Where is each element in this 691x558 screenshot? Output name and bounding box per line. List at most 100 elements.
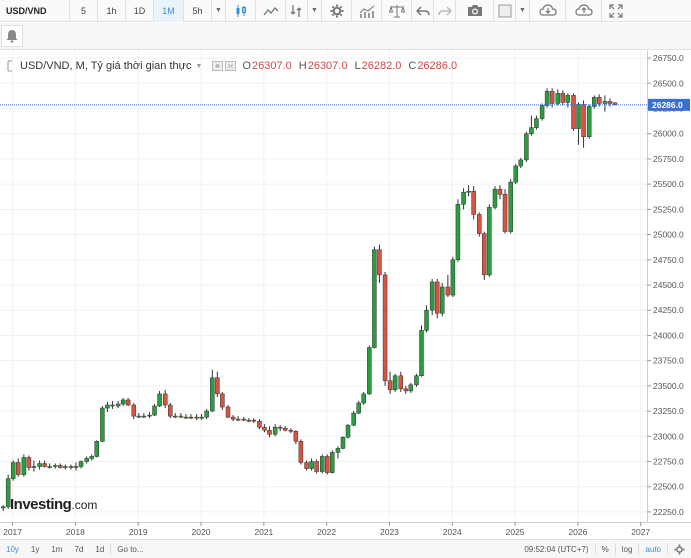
y-tick-label: 23750.0 bbox=[653, 356, 684, 366]
x-tick-label: 2026 bbox=[568, 527, 587, 537]
candle-body bbox=[173, 415, 178, 418]
candle-body bbox=[304, 462, 309, 469]
range-1d[interactable]: 1d bbox=[89, 540, 110, 558]
candle-body bbox=[487, 207, 492, 276]
legend-visibility-icons[interactable] bbox=[212, 61, 238, 71]
last-price-label: 26286.0 bbox=[652, 100, 683, 110]
candle-body bbox=[241, 418, 246, 421]
legend-collapse-icon[interactable] bbox=[6, 60, 16, 72]
interval-1h[interactable]: 1h bbox=[98, 0, 126, 22]
y-tick-label: 26500.0 bbox=[653, 78, 684, 88]
candle-body bbox=[94, 441, 99, 457]
candle-body bbox=[544, 91, 550, 106]
indicators-dropdown-icon[interactable]: ▼ bbox=[308, 0, 322, 22]
candle-body bbox=[477, 214, 482, 234]
square-icon[interactable] bbox=[494, 0, 516, 22]
candle-body bbox=[0, 506, 6, 509]
x-tick-label: 2023 bbox=[380, 527, 399, 537]
cloud-up-icon[interactable] bbox=[566, 0, 602, 22]
candle-body bbox=[115, 403, 121, 407]
candle-body bbox=[293, 430, 299, 442]
candle-body bbox=[267, 429, 272, 435]
x-tick-label: 2022 bbox=[317, 527, 336, 537]
chart-settings-icon[interactable] bbox=[668, 540, 691, 558]
y-tick-label: 23250.0 bbox=[653, 406, 684, 416]
candle-body bbox=[288, 429, 294, 432]
interval-5h[interactable]: 5h bbox=[184, 0, 212, 22]
candle-body bbox=[314, 461, 319, 472]
candle-body bbox=[466, 190, 471, 193]
y-tick-label: 24750.0 bbox=[653, 255, 684, 265]
clock-readout: 09:52:04 (UTC+7) bbox=[524, 544, 589, 554]
candle-body bbox=[120, 399, 126, 405]
undo-icon[interactable] bbox=[412, 0, 434, 22]
candle-body bbox=[230, 416, 236, 420]
candle-body bbox=[345, 424, 351, 438]
settings-icon[interactable] bbox=[322, 0, 352, 22]
line-chart-icon[interactable] bbox=[256, 0, 286, 22]
y-tick-label: 25500.0 bbox=[653, 179, 684, 189]
bar-chart-icon[interactable] bbox=[352, 0, 382, 22]
x-tick-label: 2017 bbox=[3, 527, 22, 537]
goto-button[interactable]: Go to... bbox=[111, 540, 149, 558]
candle-body bbox=[26, 457, 32, 468]
candle-body bbox=[220, 393, 225, 408]
fullscreen-icon[interactable] bbox=[602, 0, 630, 22]
candle-body bbox=[58, 465, 63, 468]
range-10y[interactable]: 10y bbox=[0, 540, 25, 558]
camera-icon[interactable] bbox=[456, 0, 494, 22]
candle-body bbox=[534, 118, 539, 128]
interval-1m[interactable]: 1M bbox=[154, 0, 184, 22]
color-dropdown-icon[interactable]: ▼ bbox=[516, 0, 530, 22]
candle-body bbox=[162, 393, 168, 406]
legend-dropdown-icon[interactable]: ▼ bbox=[195, 63, 202, 70]
legend-title: USD/VND, M, Tỷ giá thời gian thực bbox=[20, 60, 192, 72]
drawing-toolbar bbox=[0, 23, 691, 50]
candle-body bbox=[367, 347, 372, 395]
candle-body bbox=[188, 416, 194, 419]
interval-dropdown-icon[interactable]: ▼ bbox=[212, 0, 226, 22]
price-chart[interactable]: 22250.0 22500.0 22750.0 23000.0 23250.0 23500… bbox=[0, 50, 691, 540]
candle-body bbox=[403, 388, 409, 392]
candle-body bbox=[482, 233, 487, 276]
candle-body bbox=[434, 281, 440, 314]
candle-body bbox=[257, 420, 262, 428]
candle-body bbox=[518, 159, 523, 167]
interval-5[interactable]: 5 bbox=[70, 0, 98, 22]
redo-icon[interactable] bbox=[434, 0, 456, 22]
range-1y[interactable]: 1y bbox=[25, 540, 45, 558]
log-toggle[interactable]: log bbox=[616, 540, 639, 558]
candle-body bbox=[298, 441, 304, 463]
candle-body bbox=[497, 188, 503, 195]
bottom-toolbar: 10y 1y 1m 7d 1d Go to... 09:52:04 (UTC+7… bbox=[0, 539, 691, 558]
candle-body bbox=[356, 402, 361, 414]
candle-body bbox=[555, 93, 561, 104]
candle-body bbox=[110, 404, 115, 407]
range-1m[interactable]: 1m bbox=[45, 540, 68, 558]
candle-body bbox=[15, 462, 21, 475]
candle-body bbox=[419, 330, 424, 377]
drawing-tools-icon[interactable] bbox=[1, 25, 23, 47]
candle-body bbox=[392, 375, 398, 391]
candle-body bbox=[361, 393, 366, 404]
candlestick-icon[interactable] bbox=[226, 0, 256, 22]
range-7d[interactable]: 7d bbox=[68, 540, 89, 558]
auto-toggle[interactable]: auto bbox=[639, 540, 667, 558]
candle-body bbox=[445, 286, 451, 296]
y-tick-label: 25750.0 bbox=[653, 154, 684, 164]
candle-body bbox=[194, 416, 199, 419]
symbol-selector[interactable]: USD/VND bbox=[0, 0, 70, 22]
percent-toggle[interactable]: % bbox=[596, 540, 615, 558]
candle-body bbox=[178, 415, 184, 418]
cloud-down-icon[interactable] bbox=[530, 0, 566, 22]
candle-body bbox=[89, 456, 94, 459]
candle-body bbox=[100, 407, 105, 442]
candle-body bbox=[141, 415, 147, 418]
y-tick-label: 26750.0 bbox=[653, 53, 684, 63]
candle-body bbox=[597, 97, 602, 104]
candle-body bbox=[42, 463, 47, 467]
scales-icon[interactable] bbox=[382, 0, 412, 22]
candle-body bbox=[607, 101, 613, 104]
interval-1d[interactable]: 1D bbox=[126, 0, 154, 22]
indicators-icon[interactable] bbox=[286, 0, 308, 22]
